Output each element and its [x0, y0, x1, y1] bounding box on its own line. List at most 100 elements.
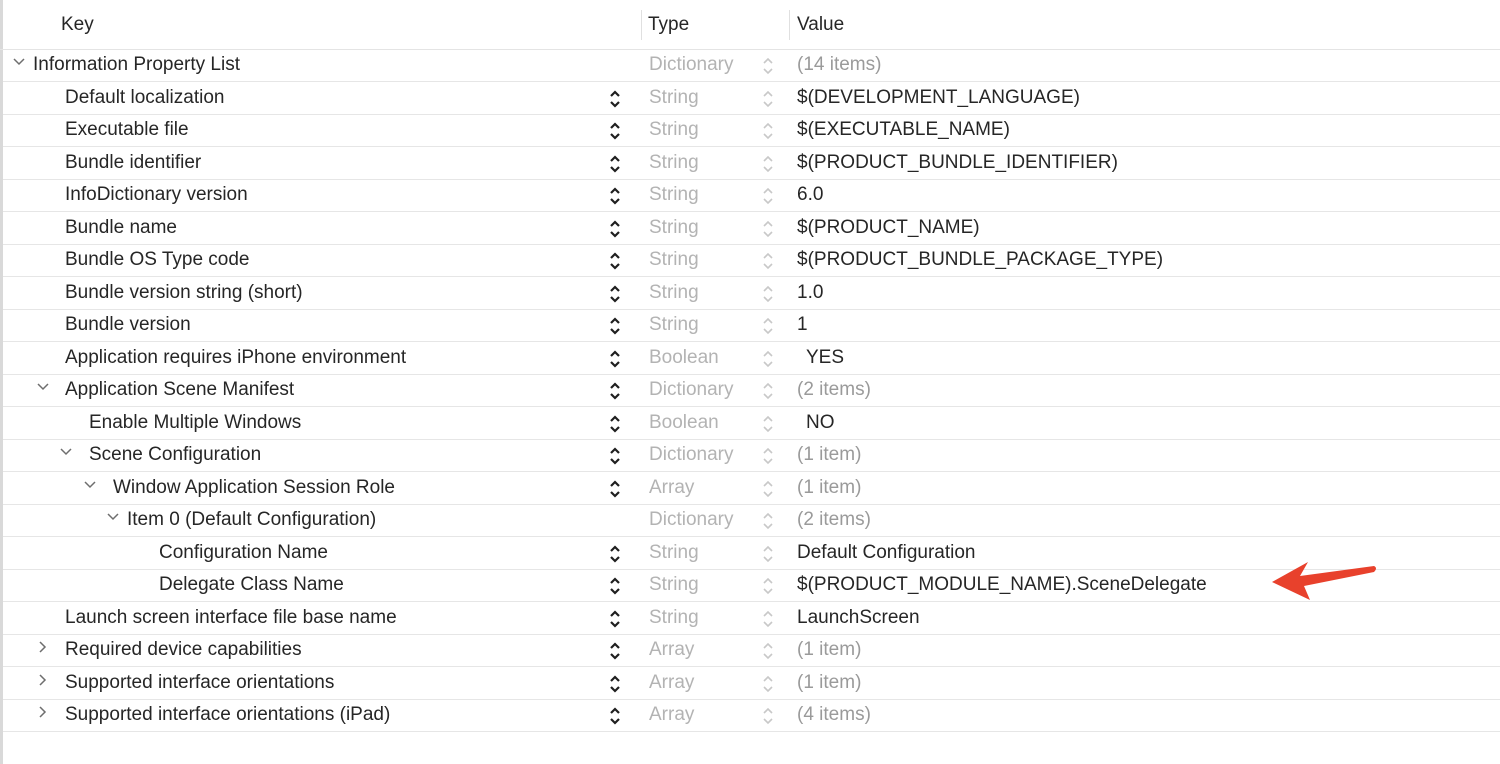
row-key[interactable]: Item 0 (Default Configuration) — [127, 509, 376, 531]
row-key[interactable]: Delegate Class Name — [159, 574, 344, 596]
table-row[interactable]: Default localization String $(DEVELOPMENT_… — [3, 82, 1500, 115]
row-key[interactable]: Window Application Session Role — [113, 477, 395, 499]
type-stepper-icon[interactable] — [761, 55, 775, 77]
row-type[interactable]: Array — [649, 477, 694, 499]
key-stepper-icon[interactable] — [608, 120, 622, 142]
type-stepper-icon[interactable] — [761, 185, 775, 207]
key-stepper-icon[interactable] — [608, 413, 622, 435]
row-value[interactable]: (1 item) — [797, 477, 861, 499]
table-row[interactable]: Bundle version string (short) String 1.0 — [3, 277, 1500, 310]
type-stepper-icon[interactable] — [761, 445, 775, 467]
key-stepper-icon[interactable] — [608, 250, 622, 272]
row-value[interactable]: 6.0 — [797, 184, 823, 206]
key-stepper-icon[interactable] — [608, 348, 622, 370]
row-type[interactable]: String — [649, 184, 699, 206]
table-row[interactable]: Bundle version String 1 — [3, 309, 1500, 342]
row-type[interactable]: Boolean — [649, 347, 719, 369]
table-row[interactable]: Enable Multiple Windows Boolean NO — [3, 407, 1500, 440]
row-key[interactable]: Executable file — [65, 119, 189, 141]
row-value[interactable]: YES — [806, 347, 844, 369]
type-stepper-icon[interactable] — [761, 348, 775, 370]
type-stepper-icon[interactable] — [761, 380, 775, 402]
row-type[interactable]: String — [649, 574, 699, 596]
row-key[interactable]: Application requires iPhone environment — [65, 347, 406, 369]
row-value[interactable]: (14 items) — [797, 54, 881, 76]
row-type[interactable]: Boolean — [649, 412, 719, 434]
chevron-right-icon[interactable] — [35, 705, 51, 723]
row-type[interactable]: String — [649, 282, 699, 304]
type-stepper-icon[interactable] — [761, 218, 775, 240]
table-row[interactable]: Application requires iPhone environment B… — [3, 342, 1500, 375]
row-value[interactable]: (1 item) — [797, 444, 861, 466]
row-key[interactable]: Enable Multiple Windows — [89, 412, 301, 434]
table-row[interactable]: Scene Configuration Dictionary (1 item) — [3, 439, 1500, 472]
table-row[interactable]: Executable file String $(EXECUTABLE_NAME) — [3, 114, 1500, 147]
row-value[interactable]: (2 items) — [797, 379, 871, 401]
column-divider[interactable] — [789, 10, 790, 40]
row-type[interactable]: Dictionary — [649, 509, 733, 531]
row-key[interactable]: Information Property List — [33, 54, 240, 76]
key-stepper-icon[interactable] — [608, 445, 622, 467]
table-row[interactable]: InfoDictionary version String 6.0 — [3, 179, 1500, 212]
key-stepper-icon[interactable] — [608, 673, 622, 695]
row-type[interactable]: Dictionary — [649, 379, 733, 401]
row-key[interactable]: Scene Configuration — [89, 444, 261, 466]
chevron-right-icon[interactable] — [35, 673, 51, 691]
type-stepper-icon[interactable] — [761, 640, 775, 662]
row-value[interactable]: $(PRODUCT_MODULE_NAME).SceneDelegate — [797, 574, 1207, 596]
row-type[interactable]: Dictionary — [649, 444, 733, 466]
row-value[interactable]: (2 items) — [797, 509, 871, 531]
row-key[interactable]: Required device capabilities — [65, 639, 302, 661]
row-key[interactable]: Configuration Name — [159, 542, 328, 564]
row-key[interactable]: Bundle OS Type code — [65, 249, 250, 271]
table-row[interactable]: Bundle name String $(PRODUCT_NAME) — [3, 212, 1500, 245]
table-row[interactable]: Launch screen interface file base name St… — [3, 602, 1500, 635]
table-row[interactable]: Supported interface orientations (iPad) A… — [3, 699, 1500, 732]
row-type[interactable]: Array — [649, 704, 694, 726]
table-row[interactable]: Bundle OS Type code String $(PRODUCT_BUNDL… — [3, 244, 1500, 277]
row-value[interactable]: $(EXECUTABLE_NAME) — [797, 119, 1010, 141]
key-stepper-icon[interactable] — [608, 283, 622, 305]
row-key[interactable]: Bundle identifier — [65, 152, 201, 174]
row-type[interactable]: String — [649, 314, 699, 336]
row-value[interactable]: $(DEVELOPMENT_LANGUAGE) — [797, 87, 1080, 109]
row-key[interactable]: Bundle version string (short) — [65, 282, 303, 304]
type-stepper-icon[interactable] — [761, 88, 775, 110]
table-row[interactable]: Information Property List Dictionary (14 i… — [3, 49, 1500, 82]
row-type[interactable]: String — [649, 249, 699, 271]
row-type[interactable]: String — [649, 87, 699, 109]
type-stepper-icon[interactable] — [761, 315, 775, 337]
row-value[interactable]: NO — [806, 412, 835, 434]
type-stepper-icon[interactable] — [761, 543, 775, 565]
chevron-right-icon[interactable] — [35, 640, 51, 658]
type-stepper-icon[interactable] — [761, 705, 775, 727]
row-key[interactable]: InfoDictionary version — [65, 184, 248, 206]
row-key[interactable]: Launch screen interface file base name — [65, 607, 397, 629]
type-stepper-icon[interactable] — [761, 575, 775, 597]
key-stepper-icon[interactable] — [608, 153, 622, 175]
row-value[interactable]: 1.0 — [797, 282, 823, 304]
row-type[interactable]: String — [649, 119, 699, 141]
key-stepper-icon[interactable] — [608, 315, 622, 337]
key-stepper-icon[interactable] — [608, 608, 622, 630]
type-stepper-icon[interactable] — [761, 153, 775, 175]
key-stepper-icon[interactable] — [608, 380, 622, 402]
type-stepper-icon[interactable] — [761, 510, 775, 532]
key-stepper-icon[interactable] — [608, 218, 622, 240]
row-type[interactable]: Array — [649, 672, 694, 694]
row-key[interactable]: Supported interface orientations (iPad) — [65, 704, 390, 726]
header-value[interactable]: Value — [797, 14, 844, 36]
table-row[interactable]: Required device capabilities Array (1 item… — [3, 634, 1500, 667]
chevron-down-icon[interactable] — [105, 510, 121, 528]
type-stepper-icon[interactable] — [761, 478, 775, 500]
type-stepper-icon[interactable] — [761, 608, 775, 630]
row-value[interactable]: LaunchScreen — [797, 607, 920, 629]
chevron-down-icon[interactable] — [58, 445, 74, 463]
type-stepper-icon[interactable] — [761, 250, 775, 272]
row-key[interactable]: Bundle name — [65, 217, 177, 239]
chevron-down-icon[interactable] — [35, 380, 51, 398]
chevron-down-icon[interactable] — [82, 478, 98, 496]
key-stepper-icon[interactable] — [608, 575, 622, 597]
table-row[interactable]: Supported interface orientations Array (1 … — [3, 667, 1500, 700]
row-key[interactable]: Default localization — [65, 87, 224, 109]
